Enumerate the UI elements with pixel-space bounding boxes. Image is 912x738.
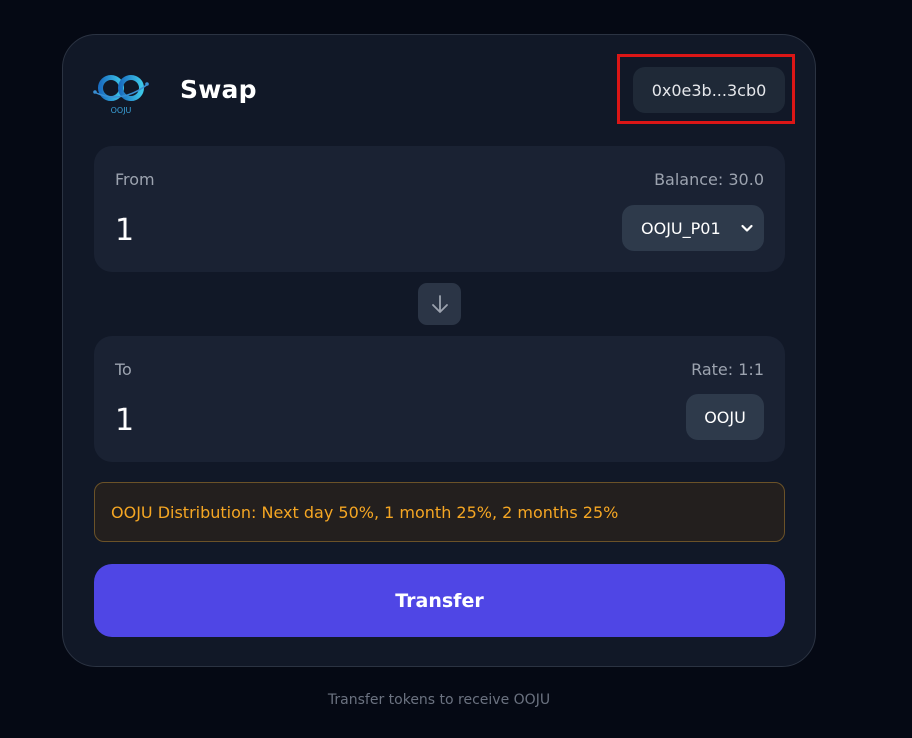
swap-card: OOJU Swap 0x0e3b...3cb0 From Balance: 30… [62, 34, 816, 667]
balance-label: Balance: 30.0 [654, 170, 764, 189]
arrow-down-icon [431, 295, 448, 313]
from-panel: From Balance: 30.0 OOJU_P01 [94, 146, 785, 272]
rate-label: Rate: 1:1 [691, 360, 764, 379]
wallet-address-button[interactable]: 0x0e3b...3cb0 [633, 67, 785, 113]
ooju-logo-icon: OOJU [93, 75, 149, 115]
logo-text: OOJU [111, 106, 132, 115]
distribution-notice: OOJU Distribution: Next day 50%, 1 month… [94, 482, 785, 542]
to-token-badge: OOJU [686, 394, 764, 440]
from-token-select[interactable]: OOJU_P01 [622, 205, 764, 251]
wallet-address-label: 0x0e3b...3cb0 [651, 80, 767, 100]
swap-direction-button[interactable] [418, 283, 461, 325]
chevron-down-icon [741, 224, 753, 232]
from-label: From [115, 170, 155, 189]
page-title: Swap [180, 75, 257, 104]
to-label: To [115, 360, 132, 379]
transfer-button[interactable]: Transfer [94, 564, 785, 637]
from-amount-input[interactable] [115, 210, 415, 250]
to-panel: To Rate: 1:1 OOJU [94, 336, 785, 462]
to-amount-field [115, 400, 415, 440]
from-token-label: OOJU_P01 [641, 218, 721, 238]
footer-text: Transfer tokens to receive OOJU [327, 692, 551, 708]
